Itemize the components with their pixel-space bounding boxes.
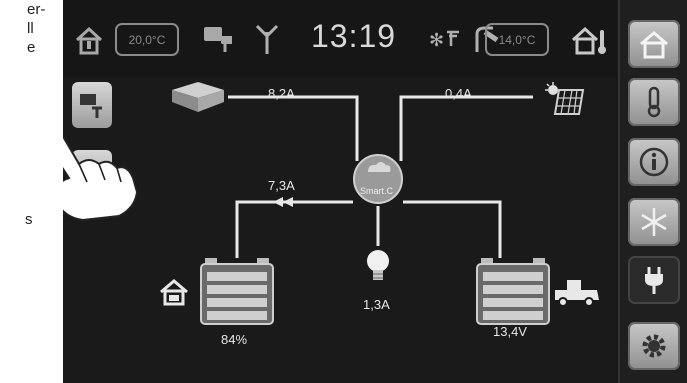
sidebar-home-button[interactable]: [628, 20, 680, 68]
gear-icon: [642, 334, 666, 358]
sidebar-power-button[interactable]: [628, 256, 680, 304]
sidebar-temperature-button[interactable]: [628, 78, 680, 126]
house-battery-level: 84%: [221, 332, 248, 347]
light-bulb-icon: [367, 250, 389, 280]
clock: 13:19: [311, 18, 397, 54]
svg-text:✻: ✻: [429, 30, 444, 50]
vehicle-icon: [555, 280, 599, 307]
sidebar: [618, 0, 687, 383]
plug-icon: [645, 267, 663, 294]
status-bar: 20,0°C 13:19 ✻ 14,0°C: [63, 0, 617, 78]
home-icon: [640, 31, 668, 59]
sidebar-settings-button[interactable]: [628, 322, 680, 370]
consumer-current: 1,3A: [363, 297, 390, 312]
solar-panel-icon: [545, 82, 585, 115]
touch-screen: 20,0°C 13:19 ✻ 14,0°C Smart.C 8,2A 0,4A …: [63, 0, 687, 383]
info-icon: [639, 147, 669, 177]
frost-plug-icon: ✻: [429, 30, 459, 50]
manual-text-line-4: s: [25, 211, 33, 228]
house-icon: [160, 279, 188, 306]
home-temperature-icon: [75, 26, 103, 55]
outside-temperature-icon: [571, 26, 606, 55]
manual-text-line-3: e: [27, 39, 36, 56]
manual-text-line-2: ll: [27, 20, 34, 37]
antenna-icon: [255, 24, 279, 54]
pointing-hand-icon: [63, 134, 139, 222]
charger-plug-icon: [204, 27, 232, 52]
charger-current: 8,2A: [268, 86, 295, 101]
solar-current: 0,4A: [445, 86, 472, 101]
hub-label: Smart.C: [360, 186, 394, 196]
vehicle-battery: [476, 258, 550, 325]
inside-temperature[interactable]: 20,0°C: [115, 23, 179, 56]
house-battery-current: 7,3A: [268, 178, 295, 193]
charger-icon: [172, 82, 224, 112]
thermometer-icon: [647, 86, 661, 118]
sidebar-climate-button[interactable]: [628, 198, 680, 246]
sidebar-info-button[interactable]: [628, 138, 680, 186]
vehicle-battery-voltage: 13,4V: [493, 324, 527, 339]
outside-temperature[interactable]: 14,0°C: [485, 23, 549, 56]
snowflake-icon: [641, 208, 667, 236]
house-battery: [200, 258, 274, 325]
manual-text-line-1: er-: [27, 1, 46, 18]
